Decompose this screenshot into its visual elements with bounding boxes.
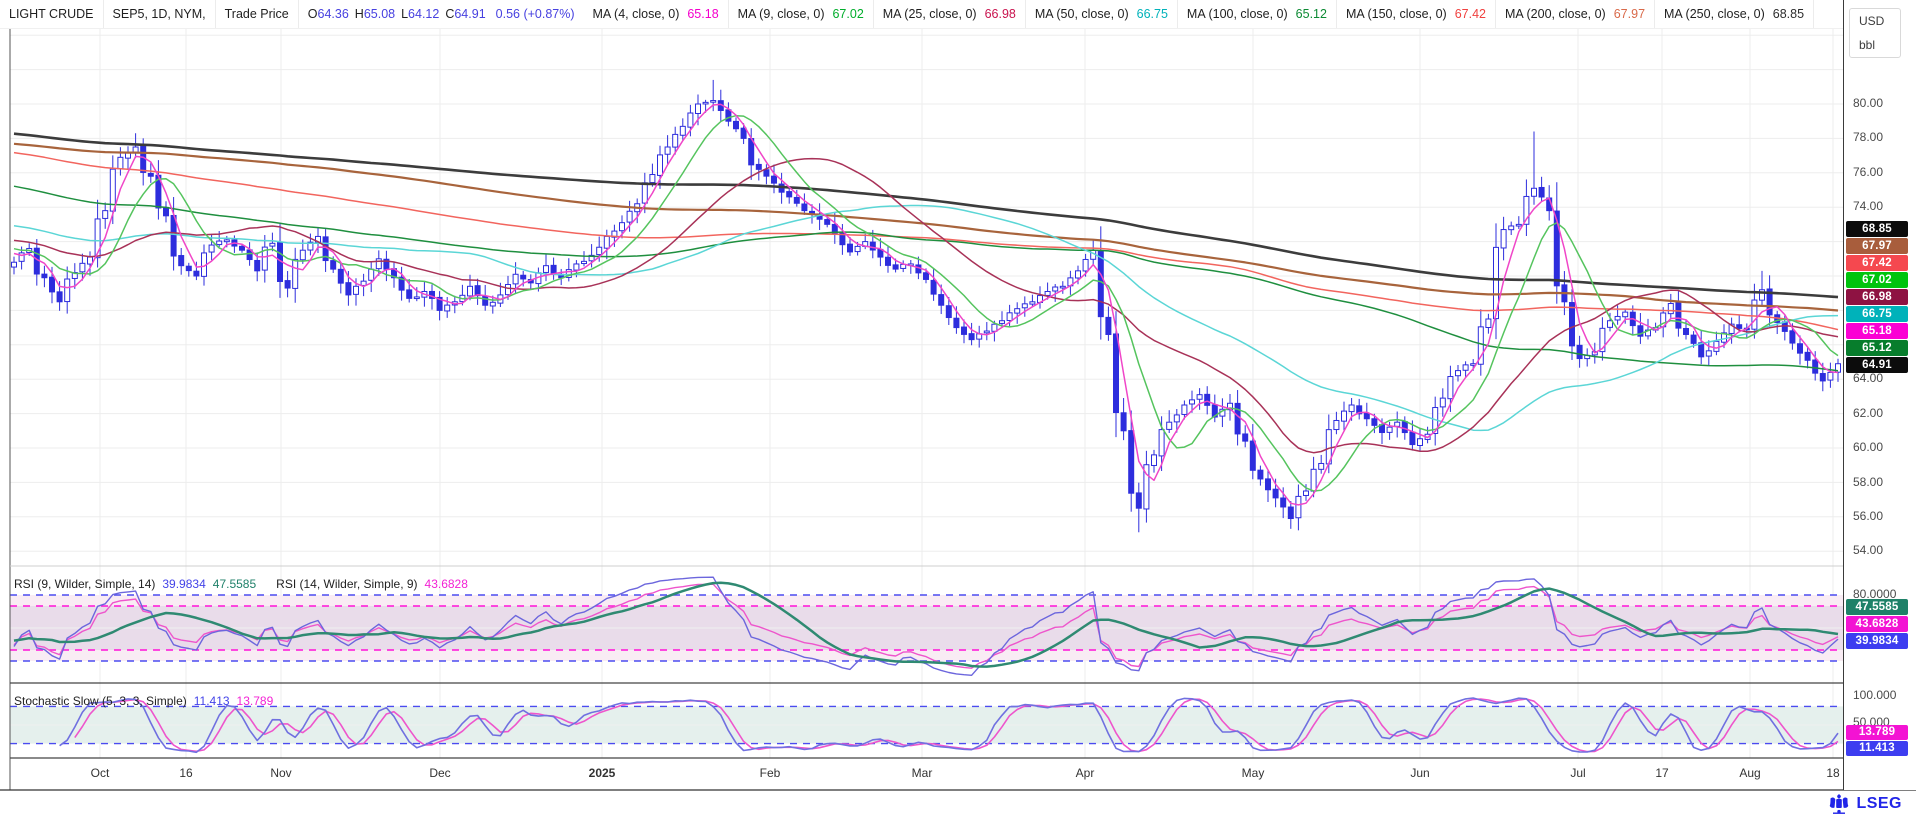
time-tick-mar: Mar [912, 766, 933, 780]
instrument-name[interactable]: LIGHT CRUDE [0, 0, 104, 28]
lseg-logo-text: LSEG [1856, 795, 1902, 813]
stoch-label: Stochastic Slow (5, 3, 3, Simple) [14, 694, 187, 708]
stoch-value-k: 11.413 [194, 694, 230, 708]
stoch-tick: 100.000 [1853, 688, 1896, 702]
price-tick: 64.00 [1853, 371, 1883, 385]
time-tick-17: 17 [1655, 766, 1668, 780]
rsi-value-3: 43.6828 [425, 577, 468, 591]
rsi-legend[interactable]: RSI (9, Wilder, Simple, 14) 39.9834 47.5… [14, 577, 468, 591]
instrument-meta[interactable]: SEP5, 1D, NYM, [104, 0, 216, 28]
ma-legend-item[interactable]: MA (250, close, 0)68.85 [1655, 0, 1814, 28]
price-tick: 74.00 [1853, 199, 1883, 213]
stoch-legend[interactable]: Stochastic Slow (5, 3, 3, Simple) 11.413… [14, 694, 273, 708]
rsi-badge: 43.6828 [1846, 616, 1908, 632]
price-axis[interactable]: USD bbl 80.00 78.00 76.00 74.00 64.00 62.00 60… [1843, 0, 1916, 790]
rsi-value-1: 39.9834 [162, 577, 205, 591]
ma-legend-item[interactable]: MA (25, close, 0)66.98 [874, 0, 1026, 28]
price-tick: 60.00 [1853, 440, 1883, 454]
price-tick: 54.00 [1853, 543, 1883, 557]
stoch-badge: 11.413 [1846, 741, 1908, 756]
change-readout: 0.56 (+0.87%) [496, 7, 575, 21]
ma-legend-item[interactable]: MA (9, close, 0)67.02 [729, 0, 874, 28]
price-field[interactable]: Trade Price [216, 0, 299, 28]
ohlc-item: H65.08 [355, 7, 395, 21]
unit-currency: USD [1859, 14, 1891, 28]
unit-box: USD bbl [1849, 8, 1901, 58]
price-tick: 56.00 [1853, 509, 1883, 523]
time-tick-may: May [1242, 766, 1265, 780]
ohlc-item: C64.91 [445, 7, 485, 21]
price-tick: 76.00 [1853, 165, 1883, 179]
time-tick-feb: Feb [760, 766, 781, 780]
rsi-value-2: 47.5585 [213, 577, 256, 591]
price-badge: 68.85 [1846, 221, 1908, 237]
ma-legend-item[interactable]: MA (200, close, 0)67.97 [1496, 0, 1655, 28]
rsi-badge: 47.5585 [1846, 599, 1908, 615]
lseg-logo: LSEG [1827, 793, 1902, 815]
instrument-label: LIGHT CRUDE [9, 7, 94, 21]
time-tick-18: 18 [1826, 766, 1839, 780]
price-badge: 66.75 [1846, 306, 1908, 322]
price-badge: 65.18 [1846, 323, 1908, 339]
price-tick: 62.00 [1853, 406, 1883, 420]
time-tick-nov: Nov [270, 766, 291, 780]
ohlc-item: L64.12 [401, 7, 439, 21]
price-badge: 67.42 [1846, 255, 1908, 271]
price-badge: 64.91 [1846, 357, 1908, 373]
rsi-label-2: RSI (14, Wilder, Simple, 9) [276, 577, 417, 591]
time-tick-16: 16 [179, 766, 192, 780]
chart-legend-bar: LIGHT CRUDE SEP5, 1D, NYM, Trade Price O… [0, 0, 1843, 29]
ohlc-item: O64.36 [308, 7, 349, 21]
time-tick-aug: Aug [1739, 766, 1760, 780]
stoch-value-d: 13.789 [237, 694, 274, 708]
price-tick: 78.00 [1853, 130, 1883, 144]
stoch-badge: 13.789 [1846, 725, 1908, 740]
ma-legend-item[interactable]: MA (150, close, 0)67.42 [1337, 0, 1496, 28]
ma-legend-item[interactable]: MA (100, close, 0)65.12 [1178, 0, 1337, 28]
unit-measure: bbl [1859, 38, 1891, 52]
time-tick-2025: 2025 [589, 766, 616, 780]
time-tick-dec: Dec [429, 766, 450, 780]
time-tick-oct: Oct [91, 766, 110, 780]
ma-legend-item[interactable]: MA (4, close, 0)65.18 [584, 0, 729, 28]
chart-canvas[interactable] [0, 0, 1916, 818]
time-tick-jun: Jun [1410, 766, 1429, 780]
ma-legend-item[interactable]: MA (50, close, 0)66.75 [1026, 0, 1178, 28]
chart-window: LIGHT CRUDE SEP5, 1D, NYM, Trade Price O… [0, 0, 1916, 818]
rsi-badge: 39.9834 [1846, 633, 1908, 649]
price-badge: 67.02 [1846, 272, 1908, 288]
lseg-crest-icon [1827, 793, 1851, 815]
price-badge: 66.98 [1846, 289, 1908, 305]
price-badge: 65.12 [1846, 340, 1908, 356]
price-field-label: Trade Price [225, 7, 289, 21]
time-tick-apr: Apr [1076, 766, 1095, 780]
price-tick: 58.00 [1853, 475, 1883, 489]
price-tick: 80.00 [1853, 96, 1883, 110]
instrument-meta-label: SEP5, 1D, NYM, [113, 7, 206, 21]
ma-legend-list: MA (4, close, 0)65.18MA (9, close, 0)67.… [584, 0, 1815, 28]
ohlc-readout: O64.36 H65.08 L64.12 C64.91 0.56 (+0.87%) [299, 0, 584, 28]
time-tick-jul: Jul [1570, 766, 1585, 780]
price-badge: 67.97 [1846, 238, 1908, 254]
rsi-label-1: RSI (9, Wilder, Simple, 14) [14, 577, 155, 591]
